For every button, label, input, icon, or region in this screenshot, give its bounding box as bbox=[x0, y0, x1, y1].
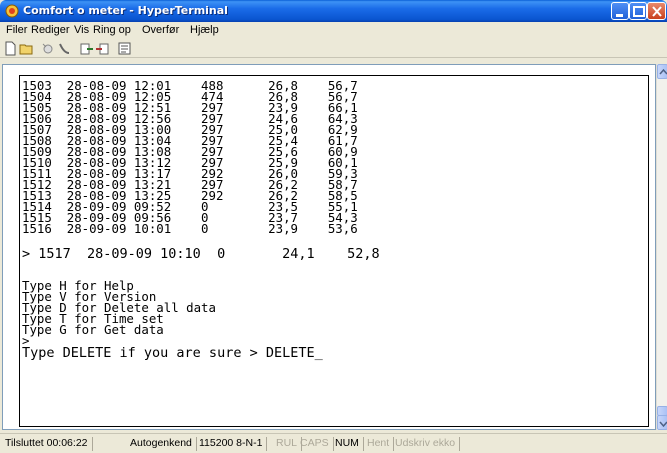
terminal-current-reading: > 1517 28-09-09 10:10 0 24,1 52,8 bbox=[22, 246, 380, 262]
status-caps: CAPS bbox=[297, 437, 334, 451]
disconnect-icon[interactable] bbox=[41, 41, 56, 56]
menu-call[interactable]: Ring op bbox=[93, 24, 131, 36]
terminal-line: 1516 28-09-09 10:01 0 23,9 53,6 bbox=[22, 221, 358, 236]
status-bar: Tilsluttet 00:06:22 Autogenkend 115200 8… bbox=[0, 433, 667, 453]
menu-help[interactable]: Hjælp bbox=[190, 24, 219, 36]
receive-icon[interactable] bbox=[95, 41, 110, 56]
close-button[interactable] bbox=[647, 2, 666, 20]
hyperterminal-app-icon[interactable] bbox=[5, 4, 19, 18]
menu-file[interactable]: Filer bbox=[6, 24, 27, 36]
minimize-button[interactable] bbox=[611, 2, 629, 20]
call-icon[interactable] bbox=[57, 41, 72, 56]
menu-view[interactable]: Vis bbox=[74, 24, 89, 36]
scroll-up-button[interactable] bbox=[657, 64, 667, 79]
scroll-down-button[interactable] bbox=[657, 415, 667, 430]
maximize-button[interactable] bbox=[629, 2, 647, 20]
terminal-line: Type G for Get data bbox=[22, 322, 164, 337]
terminal-frame[interactable]: 1503 28-08-09 12:01 488 26,8 56,7 1504 2… bbox=[2, 64, 656, 430]
send-icon[interactable] bbox=[79, 41, 94, 56]
open-icon[interactable] bbox=[19, 41, 34, 56]
toolbar bbox=[0, 39, 667, 58]
status-num: NUM bbox=[332, 437, 364, 451]
hyperterminal-window: Comfort o meter - HyperTerminal Filer Re… bbox=[0, 0, 667, 453]
terminal-screen[interactable]: 1503 28-08-09 12:01 488 26,8 56,7 1504 2… bbox=[19, 75, 649, 427]
status-autodetect: Autogenkend bbox=[127, 437, 197, 451]
status-connected-time: Tilsluttet 00:06:22 bbox=[2, 437, 93, 451]
menu-edit[interactable]: Rediger bbox=[31, 24, 70, 36]
menu-transfer[interactable]: Overfør bbox=[142, 24, 179, 36]
title-bar[interactable]: Comfort o meter - HyperTerminal bbox=[0, 0, 667, 22]
new-icon[interactable] bbox=[3, 41, 18, 56]
menu-bar: Filer Rediger Vis Ring op Overfør Hjælp bbox=[0, 22, 667, 39]
status-capture: Hent bbox=[364, 437, 395, 451]
window-title: Comfort o meter - HyperTerminal bbox=[23, 4, 228, 17]
status-baud: 115200 8-N-1 bbox=[196, 437, 268, 451]
properties-icon[interactable] bbox=[117, 41, 132, 56]
status-print-echo: Udskriv ekko bbox=[392, 437, 461, 451]
vertical-scrollbar[interactable] bbox=[656, 64, 667, 430]
terminal-prompt-line[interactable]: Type DELETE if you are sure > DELETE_ bbox=[22, 346, 323, 360]
